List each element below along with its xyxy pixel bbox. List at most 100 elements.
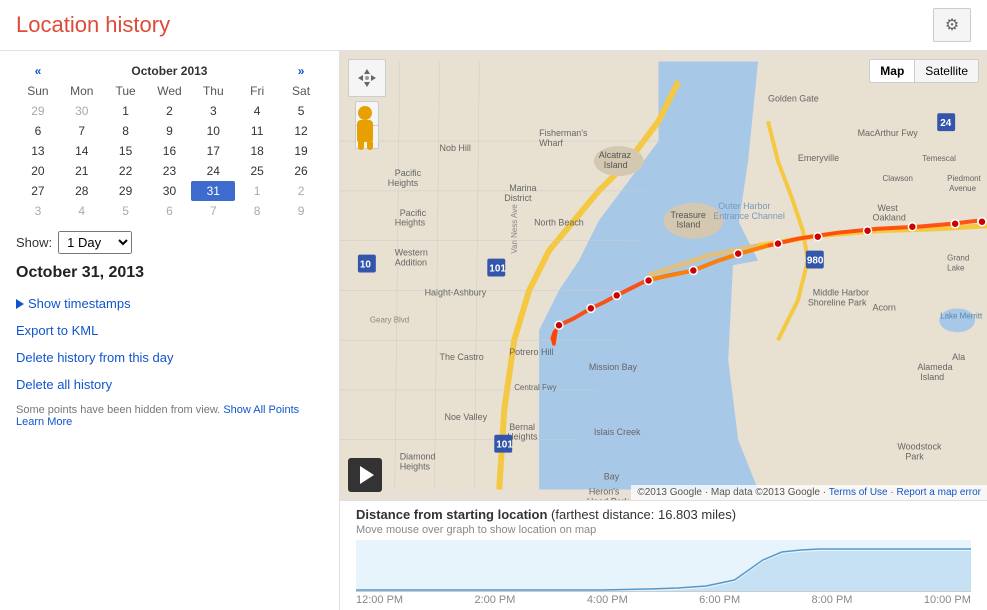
graph-chart <box>356 540 971 592</box>
map-pan-control[interactable] <box>348 59 386 97</box>
calendar-day[interactable]: 23 <box>148 161 192 181</box>
svg-text:Outer Harbor: Outer Harbor <box>718 201 770 211</box>
svg-text:Bay: Bay <box>604 472 620 482</box>
calendar-day[interactable]: 28 <box>60 181 104 201</box>
calendar-day[interactable]: 4 <box>60 201 104 221</box>
calendar-day[interactable]: 1 <box>235 181 279 201</box>
calendar-day[interactable]: 18 <box>235 141 279 161</box>
svg-text:Heights: Heights <box>400 462 431 472</box>
page-title: Location history <box>16 12 170 38</box>
calendar-day[interactable]: 17 <box>191 141 235 161</box>
map-area: Pacific Heights Western Addition Pacific… <box>340 51 987 610</box>
calendar-day[interactable]: 12 <box>279 121 323 141</box>
svg-text:Bernal: Bernal <box>509 422 535 432</box>
calendar-day[interactable]: 6 <box>148 201 192 221</box>
calendar-day[interactable]: 30 <box>60 101 104 121</box>
calendar-day[interactable]: 10 <box>191 121 235 141</box>
timestamps-triangle-icon <box>16 299 24 309</box>
svg-text:Alcatraz: Alcatraz <box>599 150 632 160</box>
calendar-day[interactable]: 31 <box>191 181 235 201</box>
show-label: Show: <box>16 235 52 250</box>
calendar-day[interactable]: 26 <box>279 161 323 181</box>
calendar-day[interactable]: 1 <box>104 101 148 121</box>
calendar-day[interactable]: 19 <box>279 141 323 161</box>
show-timestamps-link[interactable]: Show timestamps <box>16 296 323 311</box>
calendar-day[interactable]: 29 <box>104 181 148 201</box>
svg-text:District: District <box>504 193 532 203</box>
calendar-day[interactable]: 22 <box>104 161 148 181</box>
calendar-week-row: 272829303112 <box>16 181 323 201</box>
terms-of-use-link[interactable]: Terms of Use <box>829 487 888 498</box>
play-button[interactable] <box>348 458 382 492</box>
settings-button[interactable]: ⚙ <box>933 8 971 42</box>
svg-text:Shoreline Park: Shoreline Park <box>808 297 867 307</box>
svg-text:MacArthur Fwy: MacArthur Fwy <box>858 128 919 138</box>
delete-all-link[interactable]: Delete all history <box>16 377 323 392</box>
calendar-day[interactable]: 9 <box>148 121 192 141</box>
calendar-day[interactable]: 21 <box>60 161 104 181</box>
svg-text:Islais Creek: Islais Creek <box>594 427 641 437</box>
graph-subtitle: Move mouse over graph to show location o… <box>356 524 971 536</box>
calendar-day[interactable]: 14 <box>60 141 104 161</box>
svg-text:Western: Western <box>395 248 428 258</box>
calendar-day[interactable]: 7 <box>191 201 235 221</box>
calendar-day[interactable]: 3 <box>16 201 60 221</box>
calendar-day[interactable]: 25 <box>235 161 279 181</box>
calendar-day[interactable]: 7 <box>60 121 104 141</box>
svg-text:Park: Park <box>905 452 924 462</box>
map-type-map-button[interactable]: Map <box>870 60 915 82</box>
hidden-note: Some points have been hidden from view. … <box>16 404 323 428</box>
pan-arrows-icon <box>355 66 379 90</box>
svg-text:Heron's: Heron's <box>589 486 620 496</box>
show-all-points-link[interactable]: Show All Points <box>223 404 299 416</box>
calendar-day[interactable]: 20 <box>16 161 60 181</box>
calendar-weekday: Sun <box>16 81 60 101</box>
calendar-day[interactable]: 6 <box>16 121 60 141</box>
pegman-icon[interactable] <box>354 106 376 146</box>
map-type-satellite-button[interactable]: Satellite <box>915 60 978 82</box>
calendar-day[interactable]: 16 <box>148 141 192 161</box>
calendar-weekdays: SunMonTueWedThuFriSat <box>16 81 323 101</box>
calendar-day[interactable]: 27 <box>16 181 60 201</box>
svg-text:Marina: Marina <box>509 183 536 193</box>
calendar-day[interactable]: 3 <box>191 101 235 121</box>
map-type-selector: Map Satellite <box>869 59 979 83</box>
svg-text:Entrance Channel: Entrance Channel <box>713 211 785 221</box>
calendar-day[interactable]: 5 <box>104 201 148 221</box>
svg-text:Alameda: Alameda <box>917 362 952 372</box>
main-content: « October 2013 » SunMonTueWedThuFriSat 2… <box>0 51 987 610</box>
calendar-weekday: Sat <box>279 81 323 101</box>
svg-text:Golden Gate: Golden Gate <box>768 93 819 103</box>
calendar-day[interactable]: 11 <box>235 121 279 141</box>
graph-background <box>356 540 971 592</box>
calendar-day[interactable]: 30 <box>148 181 192 201</box>
calendar-day[interactable]: 15 <box>104 141 148 161</box>
calendar-day[interactable]: 13 <box>16 141 60 161</box>
svg-text:Piedmont: Piedmont <box>947 174 981 183</box>
report-map-error-link[interactable]: Report a map error <box>897 487 981 498</box>
calendar-day[interactable]: 8 <box>104 121 148 141</box>
map-attribution: ©2013 Google · Map data ©2013 Google · T… <box>631 485 987 500</box>
calendar-next[interactable]: » <box>279 61 323 81</box>
graph-title-prefix: Distance from starting location <box>356 507 547 522</box>
calendar-day[interactable]: 9 <box>279 201 323 221</box>
delete-day-link[interactable]: Delete history from this day <box>16 350 323 365</box>
svg-text:Lake Merritt: Lake Merritt <box>940 311 983 320</box>
calendar-day[interactable]: 2 <box>148 101 192 121</box>
calendar-day[interactable]: 5 <box>279 101 323 121</box>
map-container: Pacific Heights Western Addition Pacific… <box>340 51 987 500</box>
export-kml-link[interactable]: Export to KML <box>16 323 323 338</box>
calendar-day[interactable]: 4 <box>235 101 279 121</box>
calendar-day[interactable]: 29 <box>16 101 60 121</box>
svg-text:10: 10 <box>360 260 372 271</box>
calendar-day[interactable]: 24 <box>191 161 235 181</box>
svg-text:Van Ness Ave: Van Ness Ave <box>510 204 519 254</box>
learn-more-link[interactable]: Learn More <box>16 416 72 428</box>
calendar-weekday: Mon <box>60 81 104 101</box>
calendar-day[interactable]: 2 <box>279 181 323 201</box>
svg-text:Haight-Ashbury: Haight-Ashbury <box>425 287 487 297</box>
show-select[interactable]: 1 Day3 Days1 Week <box>58 231 132 254</box>
calendar-day[interactable]: 8 <box>235 201 279 221</box>
svg-text:Island: Island <box>676 220 700 230</box>
calendar-prev[interactable]: « <box>16 61 60 81</box>
